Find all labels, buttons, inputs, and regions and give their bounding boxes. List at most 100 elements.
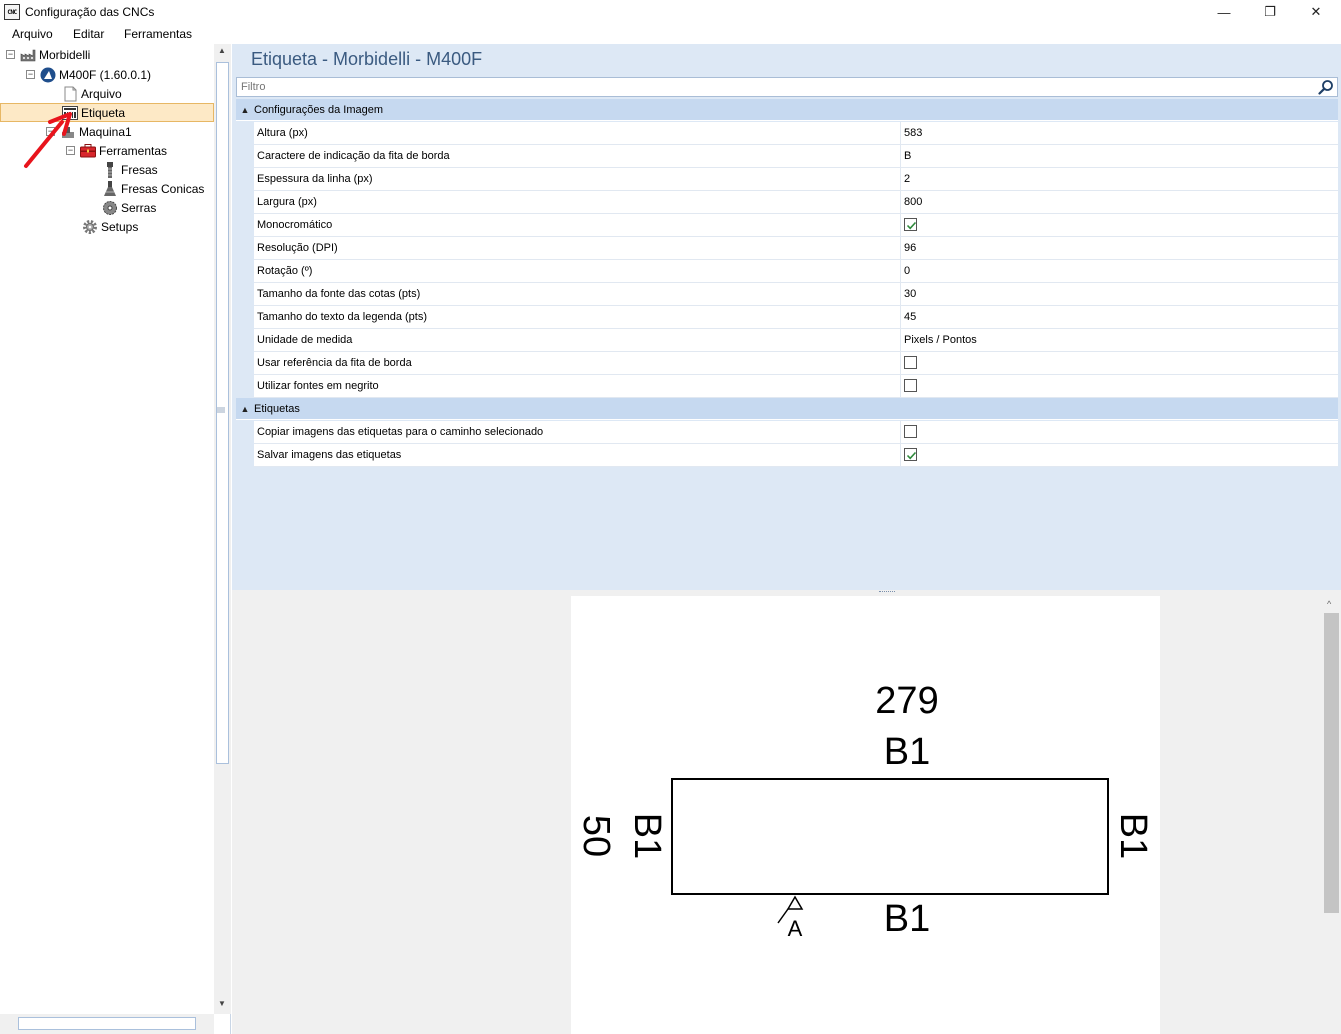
edge-top-label: B1	[884, 731, 930, 773]
property-label: Largura (px)	[257, 196, 317, 208]
property-value[interactable]: B	[904, 150, 911, 162]
property-altura[interactable]: Altura (px) 583	[236, 122, 1338, 145]
property-label: Copiar imagens das etiquetas para o cami…	[257, 426, 544, 438]
tree-item-serras[interactable]: Serras	[102, 198, 156, 217]
property-resolucao[interactable]: Resolução (DPI) 96	[236, 237, 1338, 260]
menu-editar[interactable]: Editar	[73, 27, 104, 41]
collapse-caret-icon[interactable]: ▲	[236, 105, 254, 115]
property-caractere-fita[interactable]: Caractere de indicação da fita de borda B	[236, 145, 1338, 168]
property-usar-referencia-fita[interactable]: Usar referência da fita de borda	[236, 352, 1338, 375]
panel-outline	[671, 778, 1109, 895]
property-salvar-imagens[interactable]: Salvar imagens das etiquetas	[236, 444, 1338, 467]
tree-item-morbidelli[interactable]: − Morbidelli	[6, 45, 90, 64]
tree-vertical-scrollbar[interactable]: ▲ ▼	[214, 44, 231, 1014]
window-title: Configuração das CNCs	[25, 5, 155, 19]
copiar-imagens-checkbox[interactable]	[904, 425, 917, 438]
grain-line-icon	[777, 908, 789, 924]
property-unidade-medida[interactable]: Unidade de medida Pixels / Pontos	[236, 329, 1338, 352]
edge-bottom-label: B1	[884, 898, 930, 940]
tree-item-m400f[interactable]: − M400F (1.60.0.1)	[26, 65, 151, 84]
tree-item-fresas[interactable]: Fresas	[102, 160, 158, 179]
splitter-grip-icon[interactable]	[216, 405, 226, 415]
property-label: Altura (px)	[257, 127, 308, 139]
property-rotacao[interactable]: Rotação (º) 0	[236, 260, 1338, 283]
usar-referencia-checkbox[interactable]	[904, 356, 917, 369]
section-title: Configurações da Imagem	[254, 103, 384, 116]
property-label: Caractere de indicação da fita de borda	[257, 150, 450, 162]
tree-item-arquivo[interactable]: Arquivo	[62, 84, 122, 103]
property-fontes-negrito[interactable]: Utilizar fontes em negrito	[236, 375, 1338, 398]
property-label: Espessura da linha (px)	[257, 173, 373, 185]
scrollbar-thumb[interactable]	[18, 1017, 196, 1030]
property-espessura-linha[interactable]: Espessura da linha (px) 2	[236, 168, 1338, 191]
section-header-etiquetas[interactable]: ▲ Etiquetas	[236, 398, 1338, 420]
annotation-arrow-icon	[24, 112, 72, 168]
fontes-negrito-checkbox[interactable]	[904, 379, 917, 392]
property-label: Rotação (º)	[257, 265, 313, 277]
filter-field[interactable]	[236, 77, 1338, 97]
label-preview-page: 279 B1 B1 50 B1 B1 A	[571, 596, 1160, 1034]
property-largura[interactable]: Largura (px) 800	[236, 191, 1338, 214]
tree-item-label: Morbidelli	[39, 47, 91, 62]
property-tamanho-texto-legenda[interactable]: Tamanho do texto da legenda (pts) 45	[236, 306, 1338, 329]
tree-item-setups[interactable]: Setups	[82, 217, 138, 236]
machine-logo-icon	[40, 67, 56, 83]
property-label: Unidade de medida	[257, 334, 353, 346]
gear-icon	[82, 219, 98, 235]
property-copiar-imagens[interactable]: Copiar imagens das etiquetas para o cami…	[236, 421, 1338, 444]
property-value[interactable]: 45	[904, 311, 916, 323]
property-value[interactable]: Pixels / Pontos	[904, 334, 977, 346]
menu-arquivo[interactable]: Arquivo	[12, 27, 53, 41]
property-value[interactable]: 800	[904, 196, 922, 208]
grain-marker-label: A	[788, 916, 803, 941]
tree-item-label: Serras	[121, 200, 157, 215]
close-button[interactable]: ✕	[1293, 0, 1339, 24]
property-value[interactable]: 30	[904, 288, 916, 300]
scroll-down-icon[interactable]: ▼	[218, 999, 226, 1008]
app-icon: CNC	[4, 4, 20, 20]
filter-input[interactable]	[237, 78, 1307, 96]
property-label: Usar referência da fita de borda	[257, 357, 412, 369]
search-icon[interactable]	[1318, 79, 1334, 95]
property-label: Resolução (DPI)	[257, 242, 338, 254]
property-label: Tamanho do texto da legenda (pts)	[257, 311, 428, 323]
property-value[interactable]: 0	[904, 265, 910, 277]
tree-item-fresas-conicas[interactable]: Fresas Conicas	[102, 179, 204, 198]
section-title: Etiquetas	[254, 402, 300, 415]
document-icon	[62, 86, 78, 102]
tree-item-label: Ferramentas	[99, 143, 168, 158]
label-preview-area: 279 B1 B1 50 B1 B1 A	[232, 596, 1322, 1034]
tree-item-ferramentas[interactable]: − Ferramentas	[66, 141, 167, 160]
property-value[interactable]: 583	[904, 127, 922, 139]
factory-icon	[20, 47, 36, 63]
scrollbar-thumb[interactable]	[1324, 613, 1339, 913]
property-label: Monocromático	[257, 219, 333, 231]
menu-ferramentas[interactable]: Ferramentas	[124, 27, 192, 41]
property-value[interactable]: 96	[904, 242, 916, 254]
property-label: Salvar imagens das etiquetas	[257, 449, 402, 461]
salvar-imagens-checkbox[interactable]	[904, 448, 917, 461]
tree-item-label: Arquivo	[81, 86, 122, 101]
tree-item-label: Etiqueta	[81, 105, 126, 120]
collapse-caret-icon[interactable]: ▲	[236, 404, 254, 414]
width-dimension-label: 279	[875, 680, 938, 722]
scroll-up-icon[interactable]: ^	[1327, 599, 1331, 609]
section-header-configuracoes-imagem[interactable]: ▲ Configurações da Imagem	[236, 99, 1338, 121]
tree-item-label: Fresas Conicas	[121, 181, 205, 196]
panel-title: Etiqueta - Morbidelli - M400F	[251, 49, 483, 69]
scroll-up-icon[interactable]: ▲	[218, 46, 226, 55]
maximize-button[interactable]: ❐	[1247, 0, 1293, 24]
monocromatico-checkbox[interactable]	[904, 218, 917, 231]
collapse-icon[interactable]: −	[26, 70, 35, 79]
property-tamanho-fonte-cotas[interactable]: Tamanho da fonte das cotas (pts) 30	[236, 283, 1338, 306]
minimize-button[interactable]: —	[1201, 0, 1247, 24]
title-bar: CNC Configuração das CNCs — ❐ ✕	[0, 0, 1341, 24]
preview-vertical-scrollbar[interactable]: ^	[1322, 596, 1341, 1034]
property-value[interactable]: 2	[904, 173, 910, 185]
tree-item-label: M400F (1.60.0.1)	[59, 67, 152, 82]
tree-horizontal-scrollbar[interactable]	[0, 1014, 214, 1034]
edge-left-label: B1	[626, 813, 668, 859]
height-dimension-label: 50	[575, 815, 617, 857]
collapse-icon[interactable]: −	[6, 50, 15, 59]
property-monocromatico[interactable]: Monocromático	[236, 214, 1338, 237]
